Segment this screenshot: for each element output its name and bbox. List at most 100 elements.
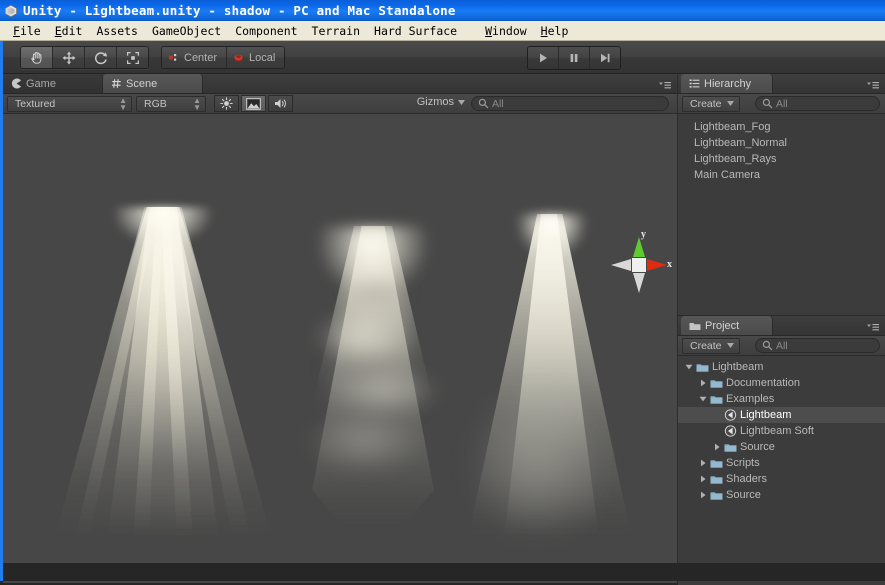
tab-game[interactable]: Game bbox=[3, 74, 103, 93]
hierarchy-search-input[interactable]: All bbox=[755, 96, 880, 111]
twisty-closed-icon[interactable] bbox=[696, 475, 709, 483]
right-dock: Hierarchy Create All Lightbeam_Fog Light… bbox=[677, 74, 885, 585]
rotate-tool-button[interactable] bbox=[85, 47, 117, 68]
twisty-closed-icon[interactable] bbox=[696, 459, 709, 467]
tab-hierarchy[interactable]: Hierarchy bbox=[681, 74, 773, 93]
scene-panel: Game Scene Textured ▲ ▼ RGB ▲ ▼ Gizmos A… bbox=[3, 74, 677, 583]
twisty-closed-icon[interactable] bbox=[710, 443, 723, 451]
pivot-center-button[interactable]: Center bbox=[162, 47, 228, 68]
search-icon bbox=[762, 340, 773, 351]
project-toolbar: Create All bbox=[678, 336, 885, 356]
color-mode-label: RGB bbox=[144, 97, 167, 110]
scene-search-input[interactable]: All bbox=[471, 96, 669, 111]
pivot-group: Center Local bbox=[161, 46, 286, 69]
menubar: File Edit Assets GameObject Component Te… bbox=[0, 21, 885, 41]
scene-panel-menu-icon[interactable] bbox=[656, 78, 672, 89]
project-item-source[interactable]: Source bbox=[678, 487, 885, 503]
project-tabrow: Project bbox=[678, 316, 885, 336]
project-item-lightbeam-root[interactable]: Lightbeam bbox=[678, 359, 885, 375]
audio-toggle[interactable] bbox=[268, 95, 293, 112]
tab-game-label: Game bbox=[26, 77, 56, 90]
menu-hard-surface[interactable]: Hard Surface bbox=[367, 23, 464, 39]
hierarchy-create-button[interactable]: Create bbox=[682, 95, 740, 112]
fx-toggle[interactable] bbox=[241, 95, 266, 112]
project-tree[interactable]: Lightbeam Documentation Examples Lightbe… bbox=[678, 356, 885, 585]
project-item-lightbeam[interactable]: Lightbeam bbox=[678, 407, 885, 423]
tab-project[interactable]: Project bbox=[681, 316, 773, 335]
hierarchy-tree[interactable]: Lightbeam_Fog Lightbeam_Normal Lightbeam… bbox=[678, 114, 885, 320]
tab-hierarchy-label: Hierarchy bbox=[704, 77, 752, 90]
draw-mode-dropdown[interactable]: Textured ▲ ▼ bbox=[7, 95, 132, 112]
project-panel-menu-icon[interactable] bbox=[864, 320, 880, 331]
game-pacman-icon bbox=[11, 78, 21, 89]
step-button[interactable] bbox=[590, 47, 620, 69]
pause-button[interactable] bbox=[559, 47, 590, 69]
project-create-label: Create bbox=[690, 339, 722, 352]
axis-gizmo[interactable]: y x bbox=[603, 229, 675, 301]
hierarchy-tabrow: Hierarchy bbox=[678, 74, 885, 94]
gizmos-label: Gizmos bbox=[416, 96, 454, 108]
hierarchy-search-placeholder: All bbox=[776, 97, 788, 110]
hierarchy-item-main-camera[interactable]: Main Camera bbox=[678, 167, 885, 183]
scene-view-toolbar: Textured ▲ ▼ RGB ▲ ▼ Gizmos All bbox=[3, 94, 677, 114]
folder-icon bbox=[709, 378, 724, 389]
project-item-shaders[interactable]: Shaders bbox=[678, 471, 885, 487]
hierarchy-item-lightbeam-normal[interactable]: Lightbeam_Normal bbox=[678, 135, 885, 151]
project-item-examples-source[interactable]: Source bbox=[678, 439, 885, 455]
step-forward-icon bbox=[601, 53, 610, 63]
hand-tool-button[interactable] bbox=[21, 47, 53, 68]
twisty-closed-icon[interactable] bbox=[696, 491, 709, 499]
lighting-toggle[interactable] bbox=[214, 95, 239, 112]
menu-gameobject[interactable]: GameObject bbox=[145, 23, 228, 39]
hierarchy-panel-menu-icon[interactable] bbox=[864, 78, 880, 89]
project-item-scripts[interactable]: Scripts bbox=[678, 455, 885, 471]
menu-assets[interactable]: Assets bbox=[89, 23, 145, 39]
twisty-open-icon[interactable] bbox=[696, 395, 709, 403]
project-item-label: Lightbeam Soft bbox=[740, 425, 814, 437]
project-item-examples[interactable]: Examples bbox=[678, 391, 885, 407]
folder-icon bbox=[709, 458, 724, 469]
hierarchy-item-lightbeam-rays[interactable]: Lightbeam_Rays bbox=[678, 151, 885, 167]
axis-x-cone bbox=[647, 259, 667, 271]
menu-window[interactable]: Window bbox=[478, 23, 534, 39]
move-tool-button[interactable] bbox=[53, 47, 85, 68]
project-item-label: Examples bbox=[726, 393, 775, 405]
project-item-label: Source bbox=[740, 441, 775, 453]
menu-help[interactable]: Help bbox=[534, 23, 576, 39]
play-button[interactable] bbox=[528, 47, 559, 69]
axis-x-label: x bbox=[667, 259, 672, 270]
scene-search-placeholder: All bbox=[492, 97, 504, 110]
project-item-documentation[interactable]: Documentation bbox=[678, 375, 885, 391]
tab-project-label: Project bbox=[705, 319, 740, 332]
scale-tool-button[interactable] bbox=[117, 47, 148, 68]
play-icon bbox=[540, 53, 547, 63]
sun-icon bbox=[220, 97, 233, 110]
gizmos-dropdown[interactable]: Gizmos bbox=[417, 96, 465, 108]
scene-tabrow: Game Scene bbox=[3, 74, 677, 94]
project-item-label: Lightbeam bbox=[740, 409, 792, 421]
menu-file[interactable]: File bbox=[6, 23, 48, 39]
project-item-lightbeam-soft[interactable]: Lightbeam Soft bbox=[678, 423, 885, 439]
tab-scene[interactable]: Scene bbox=[103, 74, 203, 93]
project-item-label: Source bbox=[726, 489, 761, 501]
menu-component[interactable]: Component bbox=[228, 23, 304, 39]
project-search-input[interactable]: All bbox=[755, 338, 880, 353]
window-titlebar: Unity - Lightbeam.unity - shadow - PC an… bbox=[0, 0, 885, 21]
chevron-updown-icon: ▲ ▼ bbox=[193, 95, 201, 112]
twisty-closed-icon[interactable] bbox=[696, 379, 709, 387]
hierarchy-item-label: Lightbeam_Rays bbox=[694, 153, 777, 165]
hierarchy-item-lightbeam-fog[interactable]: Lightbeam_Fog bbox=[678, 119, 885, 135]
axis-y-cone bbox=[633, 237, 645, 257]
tab-scene-label: Scene bbox=[126, 77, 158, 90]
twisty-open-icon[interactable] bbox=[682, 363, 695, 371]
menu-terrain[interactable]: Terrain bbox=[305, 23, 367, 39]
project-create-button[interactable]: Create bbox=[682, 337, 740, 354]
color-mode-dropdown[interactable]: RGB ▲ ▼ bbox=[136, 95, 206, 112]
pivot-local-button[interactable]: Local bbox=[227, 47, 285, 68]
scene-viewport[interactable]: y x bbox=[3, 114, 677, 583]
image-fx-icon bbox=[246, 97, 261, 110]
status-bar bbox=[0, 563, 885, 581]
menu-edit[interactable]: Edit bbox=[48, 23, 90, 39]
hierarchy-list-icon bbox=[689, 79, 700, 88]
window-title: Unity - Lightbeam.unity - shadow - PC an… bbox=[23, 3, 456, 18]
